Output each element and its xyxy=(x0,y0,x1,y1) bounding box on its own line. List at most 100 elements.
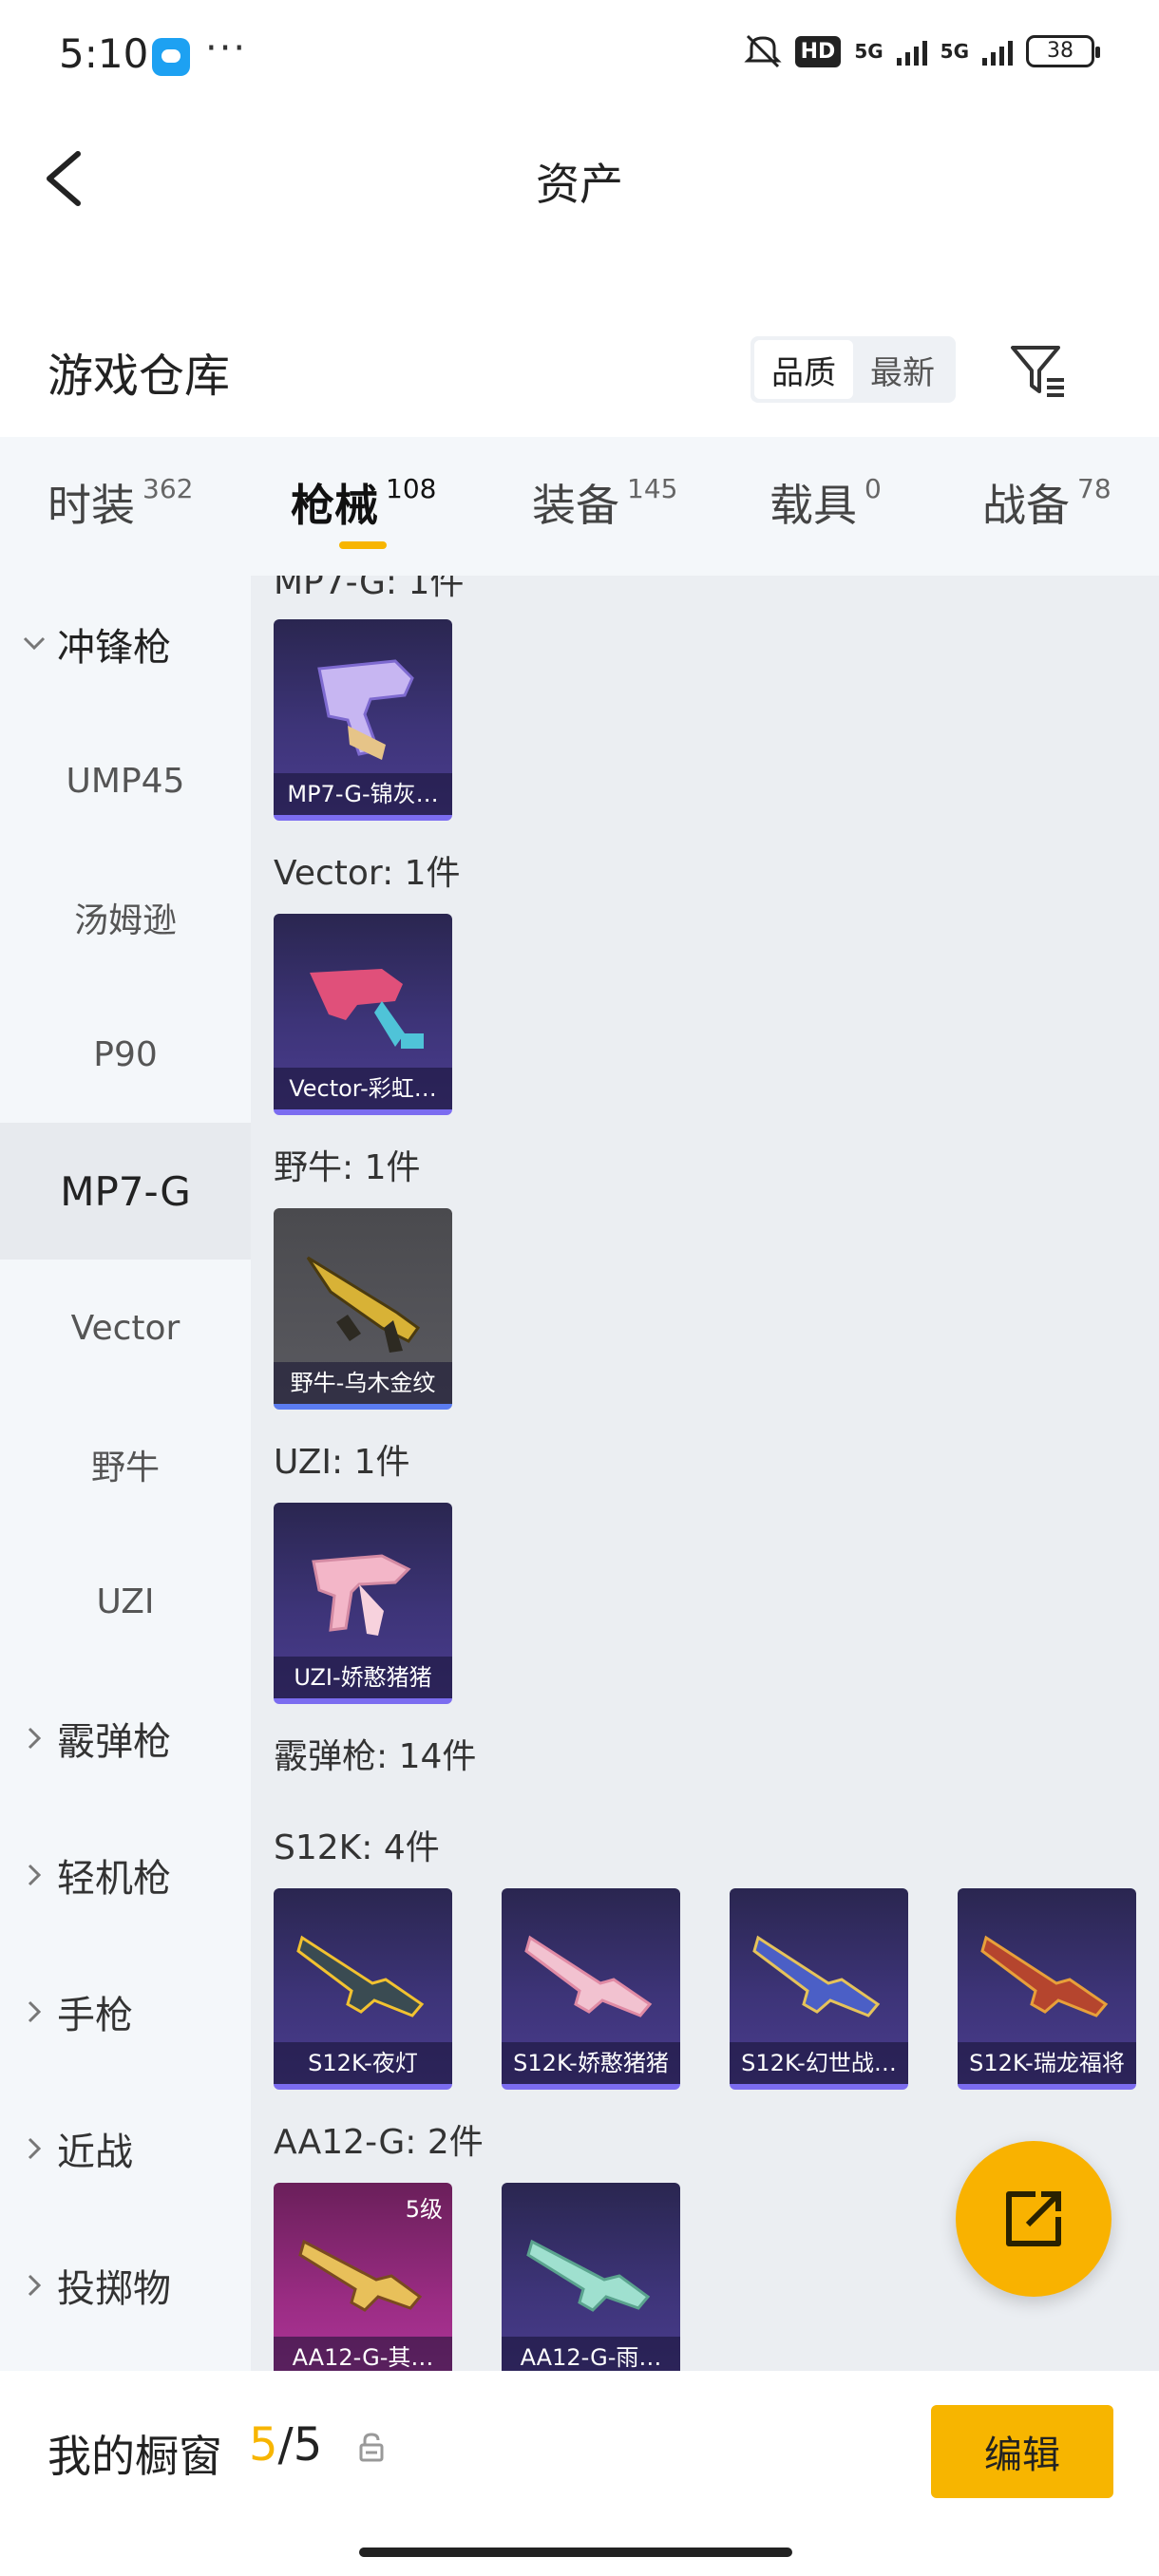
more-notifications-icon: ··· xyxy=(205,27,248,70)
weapon-image xyxy=(980,1935,1109,2017)
network-5g-2: 5G xyxy=(940,40,969,63)
weapon-card-aa12-1[interactable]: 5级 AA12-G-其… xyxy=(274,2183,452,2371)
sidebar-item-thompson[interactable]: 汤姆逊 xyxy=(0,849,251,986)
battery-icon: 38 xyxy=(1026,35,1100,67)
chevron-right-icon xyxy=(28,2274,42,2297)
share-icon xyxy=(1006,2191,1061,2246)
app-notification-icon xyxy=(152,38,190,76)
weapon-card-s12k-illusion[interactable]: S12K-幻世战… xyxy=(730,1888,908,2090)
filter-button[interactable] xyxy=(1007,340,1068,401)
sort-newest-button[interactable]: 最新 xyxy=(853,340,952,399)
tab-vehicles[interactable]: 载具 0 xyxy=(770,471,882,534)
weapon-grid: MP7-G: 1件 MP7-G-锦灰… Vector: 1件 Vector-彩虹… xyxy=(251,576,1159,2371)
weapon-card-label: 野牛-乌木金纹 xyxy=(274,1362,452,1404)
weapon-card-uzi[interactable]: UZI-娇憨猪猪 xyxy=(274,1503,452,1704)
tab-count: 108 xyxy=(386,473,437,504)
weapon-card-label: AA12-G-其… xyxy=(274,2337,452,2371)
weapon-image xyxy=(296,1935,425,2017)
sidebar-item-p90[interactable]: P90 xyxy=(0,986,251,1123)
showcase-separator: / xyxy=(277,2418,294,2472)
showcase-current: 5 xyxy=(249,2418,278,2472)
lock-icon xyxy=(359,2433,384,2462)
weapon-card-label: S12K-娇憨猪猪 xyxy=(502,2042,680,2084)
tab-count: 145 xyxy=(627,473,678,504)
sidebar-item-vector[interactable]: Vector xyxy=(0,1260,251,1396)
sidebar-item-ump45[interactable]: UMP45 xyxy=(0,712,251,849)
tab-supplies[interactable]: 战备 78 xyxy=(982,471,1112,534)
weapon-image xyxy=(306,1256,421,1353)
showcase-bar: 我的橱窗 5/5 编辑 xyxy=(0,2371,1159,2576)
sidebar-group-label: 手枪 xyxy=(57,1994,133,2037)
tab-label: 载具 xyxy=(770,480,857,531)
section-title-uzi: UZI: 1件 xyxy=(274,1443,410,1482)
tab-label: 枪械 xyxy=(291,480,378,531)
weapon-card-label: S12K-夜灯 xyxy=(274,2042,452,2084)
status-bar: 5:10 ··· HD 5G 5G 38 xyxy=(0,0,1159,114)
section-title-vector: Vector: 1件 xyxy=(274,854,461,893)
sort-toggle: 品质 最新 xyxy=(750,336,956,403)
weapon-card-label: S12K-瑞龙福将 xyxy=(958,2042,1136,2084)
sidebar-group-label: 轻机枪 xyxy=(57,1857,171,1901)
warehouse-header: 游戏仓库 品质 最新 xyxy=(0,323,1159,437)
weapon-card-label: AA12-G-雨… xyxy=(502,2337,680,2371)
sidebar-group-label: 霰弹枪 xyxy=(57,1720,171,1764)
weapon-image xyxy=(310,969,424,1049)
home-indicator[interactable] xyxy=(359,2548,792,2557)
page-title: 资产 xyxy=(536,159,623,210)
weapon-image xyxy=(752,1935,881,2017)
sidebar-group-throwables[interactable]: 投掷物 xyxy=(0,2217,251,2354)
weapon-card-s12k-piggy[interactable]: S12K-娇憨猪猪 xyxy=(502,1888,680,2090)
weapon-category-sidebar: 冲锋枪 UMP45 汤姆逊 P90 MP7-G Vector 野牛 UZI 霰弹… xyxy=(0,576,251,2371)
weapon-card-label: Vector-彩虹… xyxy=(274,1068,452,1109)
status-time: 5:10 xyxy=(59,30,149,77)
weapon-card-s12k-dragon[interactable]: S12K-瑞龙福将 xyxy=(958,1888,1136,2090)
weapon-card-bizon[interactable]: 野牛-乌木金纹 xyxy=(274,1208,452,1410)
chevron-right-icon xyxy=(28,2137,42,2160)
sidebar-item-bizon[interactable]: 野牛 xyxy=(0,1396,251,1533)
edit-button[interactable]: 编辑 xyxy=(931,2405,1113,2498)
sidebar-group-shotgun[interactable]: 霰弹枪 xyxy=(0,1670,251,1807)
chevron-down-icon xyxy=(23,636,46,651)
section-title-bizon: 野牛: 1件 xyxy=(274,1148,421,1187)
tab-firearms[interactable]: 枪械 108 xyxy=(291,471,436,534)
signal-bars-2-icon xyxy=(982,37,1013,66)
active-tab-indicator xyxy=(339,541,387,549)
section-title-aa12: AA12-G: 2件 xyxy=(274,2123,484,2162)
chevron-right-icon xyxy=(28,1727,42,1750)
weapon-card-label: MP7-G-锦灰… xyxy=(274,773,452,815)
weapon-card-vector[interactable]: Vector-彩虹… xyxy=(274,914,452,1115)
sidebar-item-uzi[interactable]: UZI xyxy=(0,1533,251,1670)
chevron-right-icon xyxy=(28,2000,42,2023)
warehouse-title: 游戏仓库 xyxy=(48,350,231,403)
sidebar-group-smg[interactable]: 冲锋枪 xyxy=(0,576,251,712)
weapon-image xyxy=(312,1554,411,1636)
hd-badge: HD xyxy=(794,35,842,67)
chevron-right-icon xyxy=(28,1864,42,1886)
filter-icon xyxy=(1011,346,1064,397)
share-button[interactable] xyxy=(956,2141,1112,2297)
sort-quality-button[interactable]: 品质 xyxy=(754,340,853,399)
tab-equipment[interactable]: 装备 145 xyxy=(532,471,677,534)
weapon-card-aa12-2[interactable]: AA12-G-雨… xyxy=(502,2183,680,2371)
weapon-card-s12k-night-light[interactable]: S12K-夜灯 xyxy=(274,1888,452,2090)
sidebar-group-pistol[interactable]: 手枪 xyxy=(0,1943,251,2080)
sidebar-group-melee[interactable]: 近战 xyxy=(0,2080,251,2217)
sidebar-group-label: 冲锋枪 xyxy=(57,626,171,670)
tab-fashion[interactable]: 时装 362 xyxy=(48,471,193,534)
section-title-s12k: S12K: 4件 xyxy=(274,1828,440,1867)
weapon-card-label: UZI-娇憨猪猪 xyxy=(274,1657,452,1698)
sidebar-item-mp7g[interactable]: MP7-G xyxy=(0,1123,251,1260)
sidebar-group-label: 近战 xyxy=(57,2131,133,2174)
weapon-card-mp7g[interactable]: MP7-G-锦灰… xyxy=(274,619,452,821)
tab-label: 战备 xyxy=(982,480,1070,531)
category-title-shotgun: 霰弹枪: 14件 xyxy=(274,1737,477,1776)
sidebar-group-lmg[interactable]: 轻机枪 xyxy=(0,1807,251,1943)
tab-count: 362 xyxy=(142,473,194,504)
tab-label: 装备 xyxy=(532,480,619,531)
weapon-image xyxy=(317,659,414,760)
status-indicators: HD 5G 5G 38 xyxy=(744,34,1100,68)
tab-count: 0 xyxy=(864,473,882,504)
network-5g-1: 5G xyxy=(854,40,884,63)
weapon-image xyxy=(524,1935,653,2017)
signal-bars-1-icon xyxy=(896,37,927,66)
